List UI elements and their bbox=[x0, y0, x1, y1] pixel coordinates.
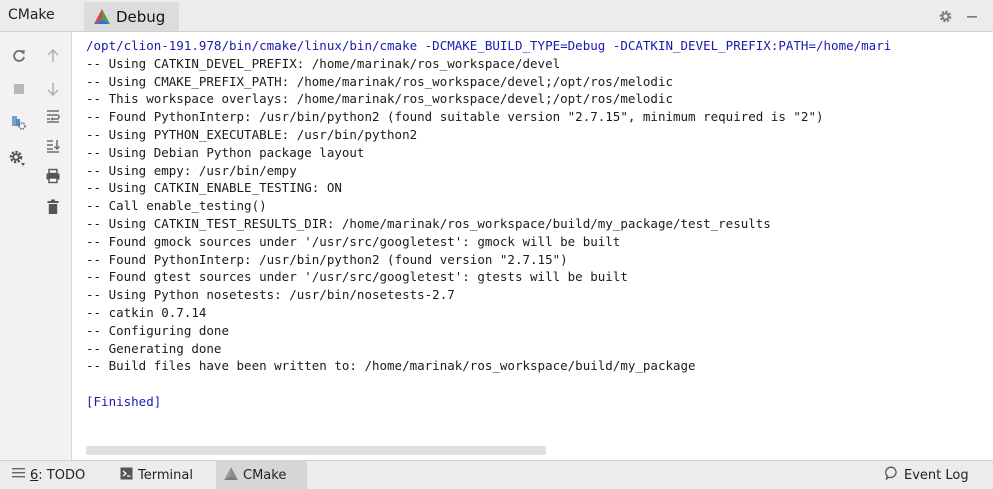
scroll-to-end-icon[interactable] bbox=[43, 136, 63, 156]
console-line: -- Using Python nosetests: /usr/bin/nose… bbox=[86, 287, 455, 303]
reload-icon[interactable] bbox=[9, 46, 29, 66]
print-icon[interactable] bbox=[43, 166, 63, 186]
scroll-down-icon[interactable] bbox=[43, 79, 63, 99]
cmake-button[interactable]: CMake bbox=[216, 461, 307, 489]
console-line: -- Build files have been written to: /ho… bbox=[86, 358, 696, 374]
console-line: -- Using CATKIN_ENABLE_TESTING: ON bbox=[86, 180, 342, 196]
console-line: -- Using empy: /usr/bin/empy bbox=[86, 162, 297, 178]
cmake-triangle-icon bbox=[94, 9, 110, 24]
stop-icon[interactable] bbox=[9, 79, 29, 99]
gear-icon[interactable] bbox=[936, 7, 954, 25]
todo-button[interactable]: 6: TODO bbox=[4, 461, 93, 489]
console-line: -- Using Debian Python package layout bbox=[86, 144, 365, 160]
terminal-button[interactable]: Terminal bbox=[112, 461, 201, 489]
console-line: -- catkin 0.7.14 bbox=[86, 304, 207, 320]
console-toolbar bbox=[0, 32, 72, 460]
horizontal-scrollbar[interactable] bbox=[86, 446, 546, 455]
console-line: -- Using CATKIN_TEST_RESULTS_DIR: /home/… bbox=[86, 215, 771, 231]
console-command-line: /opt/clion-191.978/bin/cmake/linux/bin/c… bbox=[86, 38, 892, 53]
console-line: -- Found PythonInterp: /usr/bin/python2 … bbox=[86, 251, 568, 267]
terminal-icon bbox=[120, 467, 133, 484]
console-line: -- Call enable_testing() bbox=[86, 198, 267, 214]
list-icon bbox=[12, 467, 25, 483]
console-line: -- Using CATKIN_DEVEL_PREFIX: /home/mari… bbox=[86, 55, 561, 71]
tool-window-title: CMake bbox=[8, 7, 55, 23]
console-text: /opt/clion-191.978/bin/cmake/linux/bin/c… bbox=[72, 32, 993, 411]
event-log-button[interactable]: Event Log bbox=[877, 461, 977, 489]
minimize-icon[interactable] bbox=[963, 7, 981, 25]
tool-window-header: CMake Debug bbox=[0, 0, 993, 32]
soft-wrap-icon[interactable] bbox=[43, 106, 63, 126]
cmake-settings-icon[interactable] bbox=[9, 112, 29, 132]
cmake-triangle-icon bbox=[224, 466, 238, 484]
console-line: -- Generating done bbox=[86, 340, 222, 356]
terminal-label: Terminal bbox=[138, 467, 193, 483]
scroll-up-icon[interactable] bbox=[43, 46, 63, 66]
cmake-tool-window: CMake Debug /opt/clion-191.978/bin/cmake… bbox=[0, 0, 993, 489]
trash-icon[interactable] bbox=[43, 197, 63, 217]
tab-label: Debug bbox=[116, 7, 166, 26]
tab-debug[interactable]: Debug bbox=[84, 2, 180, 31]
todo-label: : TODO bbox=[38, 467, 86, 483]
console-line: -- This workspace overlays: /home/marina… bbox=[86, 91, 673, 107]
console-line: -- Found PythonInterp: /usr/bin/python2 … bbox=[86, 109, 824, 125]
event-log-icon bbox=[885, 466, 899, 484]
console-line: -- Found gtest sources under '/usr/src/g… bbox=[86, 269, 628, 285]
gear-icon[interactable] bbox=[7, 148, 27, 168]
console-line: -- Found gmock sources under '/usr/src/g… bbox=[86, 233, 621, 249]
cmake-label: CMake bbox=[243, 467, 287, 483]
console-output[interactable]: /opt/clion-191.978/bin/cmake/linux/bin/c… bbox=[72, 32, 993, 460]
bottom-tool-bar: 6: TODO Terminal CMake Event Log bbox=[0, 460, 993, 489]
console-line: -- Configuring done bbox=[86, 322, 229, 338]
console-line: -- Using PYTHON_EXECUTABLE: /usr/bin/pyt… bbox=[86, 126, 418, 142]
console-finished-line: [Finished] bbox=[86, 393, 162, 409]
event-log-label: Event Log bbox=[904, 467, 969, 483]
console-line: -- Using CMAKE_PREFIX_PATH: /home/marina… bbox=[86, 73, 673, 89]
